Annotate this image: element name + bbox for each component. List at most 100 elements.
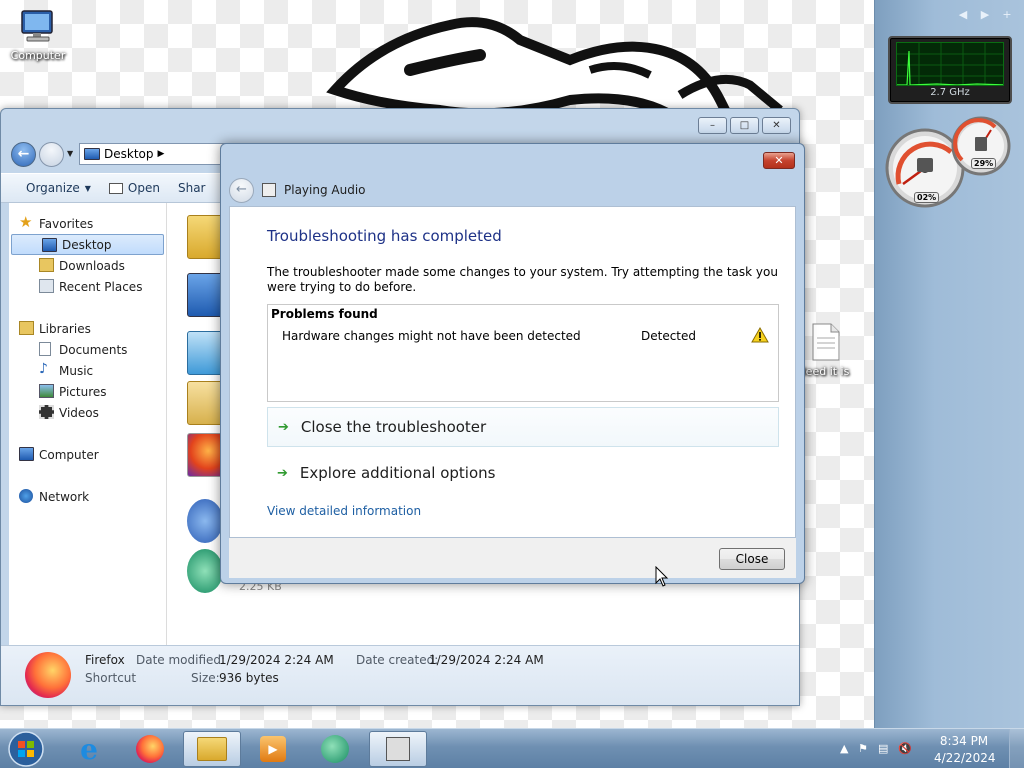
nav-downloads[interactable]: Downloads — [9, 255, 166, 276]
open-label: Open — [127, 181, 160, 195]
minimize-button[interactable]: – — [698, 117, 727, 134]
show-hidden-icons-icon[interactable]: ▲ — [840, 742, 848, 755]
dialog-close-button[interactable]: ✕ — [763, 152, 795, 169]
maximize-button[interactable]: □ — [730, 117, 759, 134]
taskbar-firefox[interactable] — [121, 731, 179, 767]
dialog-title: Troubleshooting has completed — [267, 227, 502, 245]
nav-label: Desktop — [62, 237, 112, 252]
recent-pages-dropdown[interactable]: ▼ — [67, 149, 73, 158]
network-icon[interactable]: ▤ — [878, 742, 888, 755]
taskbar-explorer[interactable] — [183, 731, 241, 767]
desktop-icon-document[interactable]: leed it is — [800, 322, 852, 378]
internet-explorer-icon: e — [80, 732, 98, 766]
view-detailed-information-link[interactable]: View detailed information — [267, 504, 421, 518]
date-created-label: Date created: — [356, 653, 439, 667]
action-center-flag-icon[interactable]: ⚑ — [858, 742, 868, 755]
folder-icon[interactable] — [187, 215, 223, 259]
text-file-icon — [812, 323, 840, 361]
share-button[interactable]: Shar — [178, 181, 206, 195]
control-panel-icon[interactable] — [187, 331, 223, 375]
nav-pictures[interactable]: Pictures — [9, 381, 166, 402]
show-desktop-button[interactable] — [1009, 729, 1024, 768]
app-shortcut-icon[interactable] — [187, 549, 223, 593]
nav-recent-places[interactable]: Recent Places — [9, 276, 166, 297]
navigation-pane: ★ Favorites Desktop Downloads Recent Pla… — [9, 203, 167, 645]
nav-computer[interactable]: Computer — [9, 444, 166, 465]
warning-icon — [751, 327, 769, 343]
dialog-back-button[interactable]: ← — [229, 177, 254, 203]
firefox-shortcut-icon[interactable] — [187, 433, 223, 477]
nav-label: Videos — [59, 405, 99, 420]
nav-label: Recent Places — [59, 279, 143, 294]
nav-favorites[interactable]: ★ Favorites — [9, 213, 166, 234]
dialog-message: The troubleshooter made some changes to … — [267, 265, 778, 294]
add-gadget-icon[interactable]: + — [1000, 8, 1014, 21]
troubleshooter-icon — [262, 183, 276, 197]
media-player-icon: ▶ — [260, 736, 286, 762]
size-value: 936 bytes — [219, 671, 279, 685]
file-type: Shortcut — [85, 671, 137, 685]
nav-videos[interactable]: Videos — [9, 402, 166, 423]
nav-libraries[interactable]: Libraries — [9, 318, 166, 339]
close-troubleshooter-link[interactable]: ➔ Close the troubleshooter — [267, 407, 779, 447]
user-folder-icon[interactable] — [187, 381, 223, 425]
computer-icon — [19, 447, 34, 461]
volume-muted-icon[interactable]: 🔇 — [898, 742, 912, 755]
next-icon[interactable]: ▶ — [978, 8, 992, 21]
explore-options-link[interactable]: ➔ Explore additional options — [267, 453, 779, 493]
nav-label: Documents — [59, 342, 128, 357]
address-text: Desktop — [104, 147, 154, 161]
breadcrumb-arrow-icon[interactable]: ▶ — [158, 149, 165, 159]
previous-icon[interactable]: ◀ — [956, 8, 970, 21]
videos-icon — [39, 405, 54, 419]
dialog-header-title: Playing Audio — [284, 183, 366, 197]
desktop-icon — [42, 238, 57, 252]
nav-label: Computer — [39, 447, 99, 462]
nav-network[interactable]: Network — [9, 486, 166, 507]
taskbar-media-player[interactable]: ▶ — [244, 731, 302, 767]
date-modified-value: 1/29/2024 2:24 AM — [219, 653, 334, 667]
clock-time[interactable]: 8:34 PM — [934, 734, 994, 748]
nav-label: Favorites — [39, 216, 94, 231]
nav-label: Network — [39, 489, 90, 504]
start-button[interactable] — [4, 729, 48, 768]
windows-logo-icon — [8, 731, 44, 767]
cpu-frequency-value: 2.7 GHz — [930, 87, 970, 98]
app-icon — [321, 735, 349, 763]
close-window-button[interactable]: ✕ — [762, 117, 791, 134]
open-icon — [108, 182, 123, 194]
computer-icon[interactable] — [187, 273, 223, 317]
organize-button[interactable]: Organize ▼ — [26, 181, 91, 195]
open-button[interactable]: Open — [108, 181, 160, 195]
file-name: Firefox — [85, 653, 125, 667]
close-button[interactable]: Close — [719, 548, 785, 570]
star-icon: ★ — [19, 213, 33, 231]
firefox-icon — [136, 735, 164, 763]
window-caption-buttons: – □ ✕ — [698, 117, 791, 134]
mouse-cursor-icon — [655, 566, 669, 587]
nav-desktop[interactable]: Desktop — [11, 234, 164, 255]
cpu-meter-gadget[interactable]: 02% 29% — [885, 112, 1015, 212]
cpu-frequency-gadget[interactable]: 2.7 GHz — [888, 36, 1012, 104]
address-bar[interactable]: Desktop ▶ — [79, 143, 239, 165]
taskbar-troubleshooter[interactable] — [369, 731, 427, 767]
cpu-usage-value: 02% — [914, 192, 940, 203]
windows-sidebar: ◀ ▶ + 2.7 GHz 02% 29% — [874, 0, 1024, 728]
downloads-folder-icon — [39, 258, 54, 272]
problem-description: Hardware changes might not have been det… — [282, 329, 581, 343]
nav-music[interactable]: ♪ Music — [9, 360, 166, 381]
libraries-icon — [19, 321, 34, 335]
nav-documents[interactable]: Documents — [9, 339, 166, 360]
desktop-icon-label: leed it is — [802, 365, 850, 378]
taskbar-internet-explorer[interactable]: e — [60, 731, 118, 767]
desktop-icon-computer[interactable]: Computer — [6, 8, 70, 62]
music-icon: ♪ — [39, 361, 48, 377]
app-shortcut-icon[interactable] — [187, 499, 223, 543]
share-label: Shar — [177, 181, 206, 195]
clock-date[interactable]: 4/22/2024 — [934, 751, 996, 765]
taskbar-app[interactable] — [306, 731, 364, 767]
troubleshooter-dialog[interactable]: ✕ ← Playing Audio Troubleshooting has co… — [220, 143, 805, 584]
back-button[interactable]: ← — [11, 142, 36, 167]
forward-button[interactable] — [39, 142, 64, 167]
green-arrow-icon: ➔ — [278, 419, 289, 435]
